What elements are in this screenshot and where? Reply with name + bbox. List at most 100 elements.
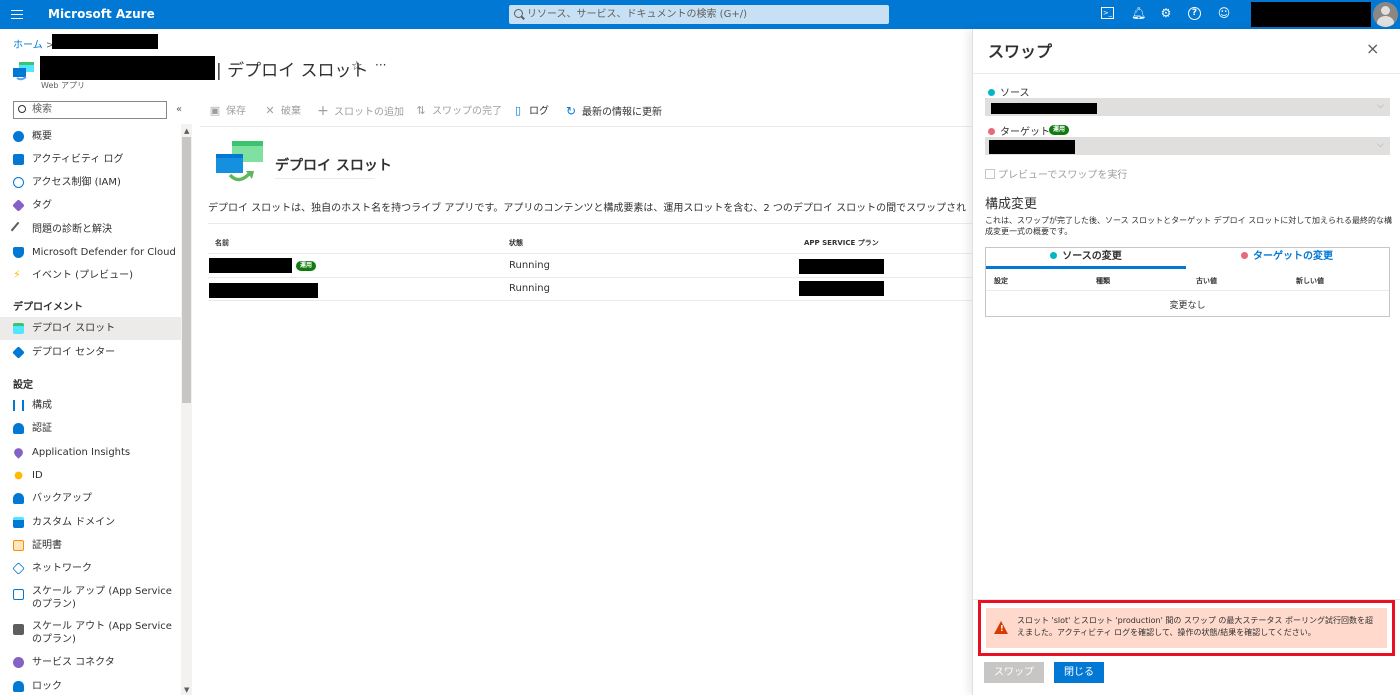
sidebar-item-authentication[interactable]: 認証 [0, 417, 181, 440]
checkbox-box[interactable] [985, 169, 995, 179]
scrollbar-thumb[interactable] [182, 137, 191, 403]
collapse-sidebar-icon[interactable]: « [176, 104, 182, 115]
sidebar-search-input[interactable]: 検索 [13, 101, 167, 119]
deployment-slots-icon [13, 323, 24, 334]
app-service-plan-redacted[interactable] [799, 281, 884, 296]
tabs-header-divider [986, 290, 1389, 291]
column-header-name[interactable]: 名前 [215, 238, 229, 248]
sidebar-item-network[interactable]: ネットワーク [0, 557, 181, 580]
global-search-input[interactable]: リソース、サービス、ドキュメントの検索 (G+/) [509, 5, 889, 24]
brand-name[interactable]: Microsoft Azure [48, 7, 155, 21]
scroll-up-arrow-icon[interactable]: ▲ [184, 127, 189, 135]
scroll-down-arrow-icon[interactable]: ▼ [184, 686, 189, 694]
sidebar-item-events[interactable]: ⚡︎ イベント (プレビュー) [0, 264, 181, 287]
complete-swap-button[interactable]: ⇅ スワップの完了 [414, 103, 502, 120]
target-slot-select[interactable]: ⌵ [985, 137, 1390, 155]
breadcrumb-home[interactable]: ホーム [13, 40, 43, 51]
scale-up-icon [13, 589, 24, 600]
avatar[interactable] [1373, 2, 1398, 27]
shield-icon [13, 247, 24, 258]
column-header-old-value: 古い値 [1196, 277, 1217, 285]
sidebar-item-configuration[interactable]: 構成 [0, 394, 181, 417]
slot-status: Running [509, 283, 550, 294]
app-service-plan-redacted[interactable] [799, 259, 884, 274]
sidebar-item-overview[interactable]: 概要 [0, 125, 181, 148]
close-button[interactable]: 閉じる [1054, 662, 1104, 683]
menu-icon[interactable] [11, 7, 23, 21]
source-slot-select[interactable]: ⌵ [985, 98, 1390, 116]
service-connector-icon [13, 657, 24, 668]
settings-gear-icon[interactable]: ⚙ [1159, 6, 1173, 20]
sidebar-item-scale-out[interactable]: スケール アウト (App Service のプラン) [0, 619, 181, 649]
more-options-icon[interactable]: ··· [375, 58, 386, 72]
notification-bell-icon[interactable]: 🔔︎ [1131, 6, 1146, 20]
sidebar-item-locks[interactable]: ロック [0, 675, 181, 695]
swap-button[interactable]: スワップ [984, 662, 1044, 683]
log-button[interactable]: ▯ ログ [511, 103, 549, 120]
sidebar-item-deployment-slots[interactable]: デプロイ スロット [0, 317, 181, 340]
close-icon: ✕ [265, 104, 275, 117]
config-changes-description: これは、スワップが完了した後、ソース スロットとターゲット デプロイ スロットに… [985, 216, 1392, 236]
panel-header-divider [973, 73, 1400, 74]
search-icon [18, 105, 26, 113]
sidebar-item-label: タグ [32, 200, 52, 211]
scale-out-icon [13, 624, 24, 635]
breadcrumb-resource-redacted[interactable] [52, 34, 158, 49]
iam-icon [13, 177, 24, 188]
sidebar-item-identity[interactable]: ID [0, 464, 181, 487]
slot-name-redacted[interactable] [209, 258, 292, 273]
sidebar-item-scale-up[interactable]: スケール アップ (App Service のプラン) [0, 584, 181, 614]
sidebar-item-defender[interactable]: Microsoft Defender for Cloud [0, 241, 181, 264]
sidebar-item-tags[interactable]: タグ [0, 194, 181, 217]
sidebar-item-label: スケール アップ (App Service のプラン) [32, 586, 172, 610]
sidebar-item-custom-domain[interactable]: カスタム ドメイン [0, 511, 181, 534]
refresh-button[interactable]: ↻ 最新の情報に更新 [564, 103, 662, 121]
add-slot-button[interactable]: + スロットの追加 [316, 103, 404, 121]
sidebar-item-label: ネットワーク [32, 563, 92, 574]
sidebar-item-backup[interactable]: バックアップ [0, 487, 181, 510]
identity-icon [14, 471, 23, 480]
sidebar-item-activity-log[interactable]: アクティビティ ログ [0, 148, 181, 171]
save-button[interactable]: ▣ 保存 [208, 103, 246, 120]
table-header-border [208, 253, 972, 254]
cloud-shell-icon[interactable]: >_ [1101, 7, 1114, 19]
sidebar-item-app-insights[interactable]: Application Insights [0, 441, 181, 464]
sidebar-item-label: イベント (プレビュー) [32, 270, 133, 281]
sidebar-item-label: サービス コネクタ [32, 657, 115, 668]
sidebar-item-iam[interactable]: アクセス制御 (IAM) [0, 171, 181, 194]
column-header-plan[interactable]: APP SERVICE プラン [804, 238, 879, 248]
sidebar-item-label: スケール アウト (App Service のプラン) [32, 621, 172, 645]
source-slot-value-redacted [991, 103, 1097, 114]
tag-icon [12, 199, 25, 212]
tab-source-changes[interactable]: ソースの変更 [986, 248, 1186, 269]
column-header-status[interactable]: 状態 [509, 238, 523, 248]
row-border [208, 277, 972, 278]
target-label: ターゲット [988, 123, 1050, 138]
sidebar-item-label: Microsoft Defender for Cloud [32, 247, 176, 258]
target-dot-icon [988, 128, 995, 135]
tab-target-changes[interactable]: ターゲットの変更 [1187, 248, 1387, 269]
no-changes-text: 変更なし [1169, 301, 1206, 311]
help-icon[interactable]: ? [1188, 7, 1201, 20]
sidebar-scrollbar[interactable]: ▲ ▼ [181, 124, 192, 695]
web-app-icon [13, 62, 34, 81]
account-info[interactable] [1251, 2, 1371, 27]
sidebar-item-deployment-center[interactable]: デプロイ センター [0, 341, 181, 364]
preview-swap-checkbox[interactable]: プレビューでスワップを実行 [985, 166, 1127, 181]
target-slot-value-redacted [989, 140, 1075, 154]
slot-name-redacted[interactable] [209, 283, 318, 298]
star-icon[interactable]: ☆ [351, 59, 363, 74]
source-label: ソース [988, 84, 1030, 99]
swap-panel-title: スワップ [988, 42, 1053, 61]
hero-divider [275, 178, 375, 179]
deployment-slots-hero-icon [216, 141, 263, 182]
sidebar-item-certificates[interactable]: 証明書 [0, 534, 181, 557]
sidebar-item-service-connector[interactable]: サービス コネクタ [0, 651, 181, 674]
sidebar-item-diagnose[interactable]: 問題の診断と解決 [0, 218, 181, 241]
slot-status: Running [509, 260, 550, 271]
discard-button[interactable]: ✕ 破棄 [263, 103, 301, 120]
feedback-icon[interactable]: ☺ [1217, 6, 1231, 20]
chevron-down-icon: ⌵ [1377, 101, 1384, 111]
plus-icon: + [317, 103, 329, 119]
close-icon[interactable]: × [1366, 39, 1379, 58]
